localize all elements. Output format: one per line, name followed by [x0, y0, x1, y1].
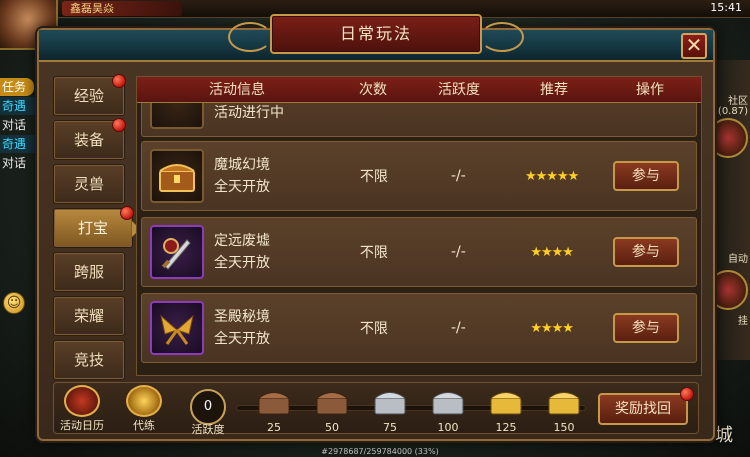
tab-cross-server[interactable]: 跨服	[53, 252, 125, 292]
close-button[interactable]: ✕	[681, 33, 707, 59]
notification-dot-icon	[112, 74, 126, 88]
experience-readout: #2978687/259784000 (33%)	[321, 447, 439, 456]
notification-dot-icon	[680, 387, 694, 401]
treasure-chest-icon	[150, 149, 204, 203]
header-activity: 活跃度	[438, 82, 480, 98]
hang-label[interactable]: 挂	[738, 312, 748, 327]
adventure-tag[interactable]: 奇遇	[0, 97, 36, 115]
tab-experience[interactable]: 经验	[53, 74, 126, 116]
notification-dot-icon	[120, 206, 134, 220]
gold-chest-icon	[548, 392, 580, 415]
notification-dot-icon	[112, 118, 126, 132]
activity-times: 不限	[359, 245, 388, 261]
tab-honor[interactable]: 荣耀	[53, 296, 125, 336]
practice-icon	[126, 385, 162, 417]
activity-time: 全天开放	[214, 331, 270, 347]
silver-chest-icon	[432, 392, 464, 415]
activity-name: 魔城幻境	[214, 157, 270, 173]
quest-tag[interactable]: 任务	[0, 78, 34, 96]
recommend-stars: ★★★★	[530, 244, 574, 260]
dialog-tag[interactable]: 对话	[0, 116, 36, 134]
table-row: 圣殿秘境 全天开放 不限 -/- ★★★★ 参与	[141, 293, 697, 363]
activity-time: 全天开放	[214, 255, 270, 271]
header-action: 操作	[636, 82, 664, 98]
activity-time: 全天开放	[214, 179, 270, 195]
activity-reward-bar: 活动日历 代练 0 活跃度 25 50 75 100 125 150 奖励找回	[53, 382, 699, 436]
reward-chest[interactable]: 100	[428, 387, 468, 434]
tab-equipment[interactable]: 装备	[53, 118, 126, 160]
coordinate-label: (0.87)	[717, 106, 748, 117]
silver-chest-icon	[374, 392, 406, 415]
gold-chest-icon	[490, 392, 522, 415]
category-tabs: 经验 装备 灵兽 打宝 跨服 荣耀 竞技	[53, 74, 140, 384]
practice-label: 代练	[133, 419, 155, 432]
tab-arena[interactable]: 竞技	[53, 340, 125, 380]
calendar-label: 活动日历	[60, 419, 104, 432]
activity-score-value: 0	[190, 389, 226, 425]
header-recommend: 推荐	[540, 82, 568, 98]
reward-chest[interactable]: 150	[544, 387, 584, 434]
auto-practice-button[interactable]: 代练	[122, 385, 166, 433]
activity-table: 活动进行中 参与 活动信息 次数 活跃度 推荐 操作 魔城幻境 全天开放	[136, 76, 702, 376]
reward-chest[interactable]: 25	[254, 387, 294, 434]
golden-wings-icon	[150, 301, 204, 355]
reward-chest[interactable]: 125	[486, 387, 526, 434]
dialog-title: 日常玩法	[339, 24, 412, 43]
activity-calendar-button[interactable]: 活动日历	[60, 385, 104, 433]
tab-treasure-hunt[interactable]: 打宝	[53, 206, 140, 248]
emoji-icon[interactable]: ☺	[3, 292, 25, 314]
activity-times: 不限	[359, 169, 388, 185]
auto-label[interactable]: 自动	[728, 250, 748, 265]
join-button[interactable]: 参与	[612, 161, 679, 191]
adventure-tag[interactable]: 奇遇	[0, 135, 36, 153]
header-times: 次数	[359, 82, 387, 98]
activity-score-label: 活跃度	[191, 423, 225, 436]
bronze-chest-icon	[258, 392, 290, 415]
activity-score: -/-	[450, 320, 466, 336]
community-label[interactable]: 社区	[728, 92, 748, 107]
table-row: 魔城幻境 全天开放 不限 -/- ★★★★★ 参与	[141, 141, 697, 211]
daily-activities-dialog: 日常玩法 ✕ 经验 装备 灵兽 打宝 跨服 荣耀 竞技 活动进行中 参与 活动信…	[37, 14, 715, 441]
clock: 15:41	[710, 1, 742, 14]
reward-reclaim-button[interactable]: 奖励找回	[598, 393, 688, 425]
left-quest-tags: 任务 奇遇 对话 奇遇 对话	[0, 78, 36, 173]
dialog-tag[interactable]: 对话	[0, 154, 36, 172]
activity-score: -/-	[450, 244, 466, 260]
activity-times: 不限	[359, 321, 388, 337]
bronze-chest-icon	[316, 392, 348, 415]
header-info: 活动信息	[209, 82, 265, 98]
activity-score: -/-	[450, 168, 466, 184]
activity-name: 圣殿秘境	[214, 309, 270, 325]
sword-icon	[150, 225, 204, 279]
recommend-stars: ★★★★	[530, 320, 574, 336]
calendar-icon	[64, 385, 100, 417]
table-row: 定远废墟 全天开放 不限 -/- ★★★★ 参与	[141, 217, 697, 287]
dialog-title-plate: 日常玩法	[228, 14, 524, 54]
reward-chest[interactable]: 50	[312, 387, 352, 434]
join-button[interactable]: 参与	[612, 237, 679, 267]
reward-chest[interactable]: 75	[370, 387, 410, 434]
recommend-stars: ★★★★★	[525, 168, 579, 184]
activity-name: 定远废墟	[214, 233, 270, 249]
join-button[interactable]: 参与	[612, 313, 679, 343]
table-header: 活动信息 次数 活跃度 推荐 操作	[137, 77, 701, 103]
player-name: 鑫磊昊焱	[62, 1, 182, 16]
tab-spirit-beast[interactable]: 灵兽	[53, 164, 125, 204]
